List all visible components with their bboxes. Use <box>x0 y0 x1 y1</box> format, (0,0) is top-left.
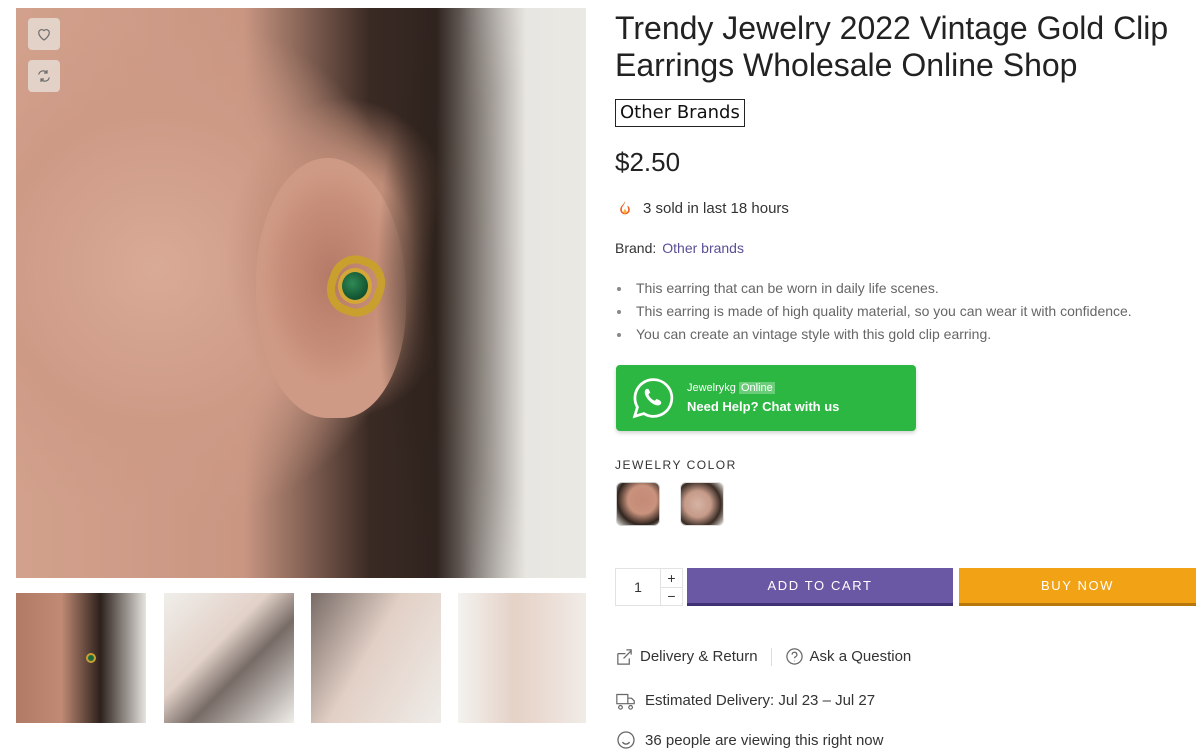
delivery-return-label: Delivery & Return <box>640 648 758 665</box>
compare-button[interactable] <box>28 60 60 92</box>
sold-counter: 3 sold in last 18 hours <box>615 199 789 217</box>
color-swatch-2[interactable] <box>680 482 724 526</box>
smiley-icon <box>617 731 635 749</box>
add-to-cart-button[interactable]: ADD TO CART <box>687 568 953 606</box>
feature-list: This earring that can be worn in daily l… <box>617 277 1132 346</box>
quantity-minus-button[interactable]: − <box>661 588 682 606</box>
delivery-return-link[interactable]: Delivery & Return <box>615 647 758 666</box>
estimated-delivery: Estimated Delivery: Jul 23 – Jul 27 <box>615 690 875 710</box>
quantity-input[interactable] <box>616 569 660 605</box>
heart-icon <box>38 29 50 41</box>
whatsapp-agent-name: Jewelrykg <box>687 381 736 394</box>
thumbnail-2[interactable] <box>164 593 294 723</box>
quantity-plus-button[interactable]: + <box>661 569 682 588</box>
share-box-icon <box>617 649 632 665</box>
product-links: Delivery & Return Ask a Question <box>615 647 911 666</box>
link-divider <box>770 647 772 666</box>
feature-item: You can create an vintage style with thi… <box>617 323 1132 346</box>
quantity-stepper: + − <box>615 568 683 606</box>
brand-link[interactable]: Other brands <box>662 240 744 256</box>
thumbnail-strip <box>16 593 586 723</box>
wishlist-button[interactable] <box>28 18 60 50</box>
product-title: Trendy Jewelry 2022 Vintage Gold Clip Ea… <box>615 10 1169 83</box>
fire-icon <box>615 199 635 217</box>
brand-label: Brand: <box>615 240 657 256</box>
jewelry-color-label: JEWELRY COLOR <box>615 458 737 472</box>
background-shape <box>436 8 586 578</box>
buy-now-button[interactable]: BUY NOW <box>959 568 1196 606</box>
feature-item: This earring that can be worn in daily l… <box>617 277 1132 300</box>
ask-question-label: Ask a Question <box>809 648 912 665</box>
brand-line: Brand: Other brands <box>615 240 744 256</box>
gem-shape <box>338 268 372 304</box>
main-product-image[interactable] <box>16 8 586 578</box>
color-swatch-1[interactable] <box>616 482 660 526</box>
thumbnail-3[interactable] <box>311 593 441 723</box>
whatsapp-icon <box>632 378 674 419</box>
feature-item: This earring is made of high quality mat… <box>617 300 1132 323</box>
brand-tag: Other Brands <box>615 99 745 127</box>
thumbnail-1[interactable] <box>16 593 146 723</box>
sold-text: 3 sold in last 18 hours <box>643 199 789 217</box>
whatsapp-help-text: Need Help? Chat with us <box>687 398 840 414</box>
whatsapp-status: Online <box>738 381 775 394</box>
ask-question-link[interactable]: Ask a Question <box>785 647 912 666</box>
whatsapp-chat-button[interactable]: Jewelrykg Online Need Help? Chat with us <box>616 365 916 431</box>
viewer-count-text: 36 people are viewing this right now <box>645 731 884 749</box>
thumbnail-4[interactable] <box>458 593 586 723</box>
viewer-count: 36 people are viewing this right now <box>615 730 883 750</box>
product-price: $2.50 <box>615 147 681 177</box>
question-icon <box>785 648 803 665</box>
compare-icon <box>38 70 50 82</box>
estimated-delivery-text: Estimated Delivery: Jul 23 – Jul 27 <box>645 691 876 709</box>
truck-icon <box>616 693 635 710</box>
